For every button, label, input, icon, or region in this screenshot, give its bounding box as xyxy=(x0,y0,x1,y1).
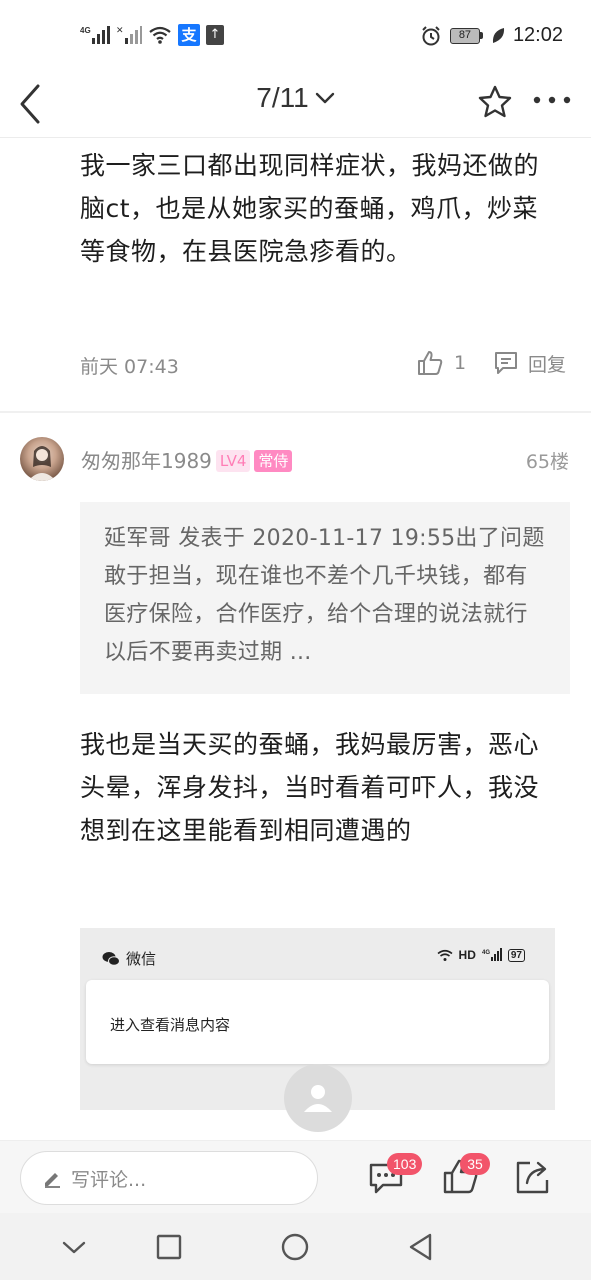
like-count: 1 xyxy=(454,352,467,374)
thumbs-up-icon xyxy=(418,351,443,375)
recents-button[interactable] xyxy=(151,1229,187,1265)
back-system-button[interactable] xyxy=(403,1229,439,1265)
triangle-back-icon xyxy=(409,1233,432,1261)
alarm-icon xyxy=(422,25,440,45)
floor-number: 65楼 xyxy=(525,451,569,473)
username-line: 匆匆那年1989 LV4 常侍 xyxy=(81,445,293,474)
battery-icon: 87 xyxy=(449,27,483,44)
post-timestamp: 前天 07:43 xyxy=(80,356,179,378)
top-nav-bar: 7/11 xyxy=(0,72,591,138)
wifi-icon xyxy=(149,26,171,44)
circle-icon xyxy=(281,1233,309,1261)
floating-user-button[interactable] xyxy=(284,1064,352,1132)
embedded-app-label: 微信 xyxy=(102,948,156,969)
upload-icon: ↑ xyxy=(206,25,224,45)
favorite-button[interactable] xyxy=(475,82,515,122)
system-nav-bar xyxy=(0,1213,591,1280)
comment-icon xyxy=(495,352,517,374)
share-icon xyxy=(516,1161,549,1194)
member-badge: 常侍 xyxy=(254,450,293,472)
embedded-status-bar: 微信 HD 4G 97 xyxy=(80,928,555,984)
post-divider xyxy=(0,411,591,413)
svg-text:✕: ✕ xyxy=(116,25,124,35)
status-left-icons: 4G ✕ 支 ↑ xyxy=(80,24,224,46)
like-button[interactable]: 1 xyxy=(416,349,466,377)
hide-nav-button[interactable] xyxy=(56,1229,92,1265)
more-dots-icon xyxy=(533,96,571,104)
wechat-icon xyxy=(102,951,120,966)
avatar[interactable] xyxy=(20,437,64,481)
floor-header: 匆匆那年1989 LV4 常侍 65楼 xyxy=(0,436,591,482)
comment-input[interactable]: 写评论... xyxy=(20,1151,318,1205)
like-count-badge: 35 xyxy=(460,1153,490,1175)
username[interactable]: 匆匆那年1989 xyxy=(81,449,212,473)
embedded-signal-icon: 4G xyxy=(482,948,502,961)
square-icon xyxy=(156,1234,182,1260)
embedded-notification-text: 进入查看消息内容 xyxy=(110,1016,231,1034)
svg-text:4G: 4G xyxy=(482,950,490,956)
post-body-text: 我一家三口都出现同样症状，我妈还做的脑ct，也是从她家买的蚕蛹，鸡爪，炒菜等食物… xyxy=(80,151,540,266)
embedded-hd-label: HD xyxy=(458,948,476,962)
level-badge: LV4 xyxy=(215,450,251,472)
battery-level: 87 xyxy=(449,27,480,44)
status-bar: 4G ✕ 支 ↑ 87 12:02 xyxy=(0,0,591,72)
quote-text: 延军哥 发表于 2020-11-17 19:55出了问题敢于担当，现在谁也不差个… xyxy=(104,526,545,665)
reply-body-text: 我也是当天买的蚕蛹，我妈最厉害，恶心头晕，浑身发抖，当时看着可吓人，我没想到在这… xyxy=(80,730,540,845)
embedded-battery: 97 xyxy=(507,948,525,962)
pencil-icon xyxy=(45,1173,60,1188)
home-button[interactable] xyxy=(277,1229,313,1265)
comment-bar: 写评论... 103 35 xyxy=(0,1140,591,1213)
comment-placeholder: 写评论... xyxy=(71,1168,147,1191)
reply-label: 回复 xyxy=(528,353,567,376)
comments-button[interactable]: 103 xyxy=(367,1153,423,1197)
signal-no-data-icon: ✕ xyxy=(116,25,142,44)
embedded-wifi-icon xyxy=(437,949,453,961)
leaf-icon xyxy=(492,27,505,43)
alipay-icon: 支 xyxy=(178,24,200,46)
more-options-button[interactable] xyxy=(532,88,572,118)
star-icon xyxy=(478,85,512,118)
embedded-notification-card: 进入查看消息内容 xyxy=(86,980,549,1064)
svg-text:4G: 4G xyxy=(80,26,91,35)
reply-button[interactable]: 回复 xyxy=(492,349,566,377)
status-right-icons: 87 12:02 xyxy=(420,24,563,47)
user-photo-icon xyxy=(28,446,56,481)
signal-icon: 4G xyxy=(80,26,110,44)
page-indicator: 7/11 xyxy=(256,82,309,113)
embedded-app-name: 微信 xyxy=(126,950,157,968)
clock: 12:02 xyxy=(512,24,563,46)
chevron-down-icon xyxy=(62,1241,86,1254)
like-post-button[interactable]: 35 xyxy=(441,1153,490,1197)
embedded-status-icons: HD 4G 97 xyxy=(437,948,525,962)
quote-block[interactable]: 延军哥 发表于 2020-11-17 19:55出了问题敢于担当，现在谁也不差个… xyxy=(80,502,570,694)
chevron-down-icon xyxy=(315,92,334,104)
comment-count-badge: 103 xyxy=(387,1153,423,1175)
user-icon xyxy=(304,1085,332,1112)
share-button[interactable] xyxy=(513,1157,553,1197)
post-meta: 前天 07:43 1 回复 xyxy=(80,349,570,381)
